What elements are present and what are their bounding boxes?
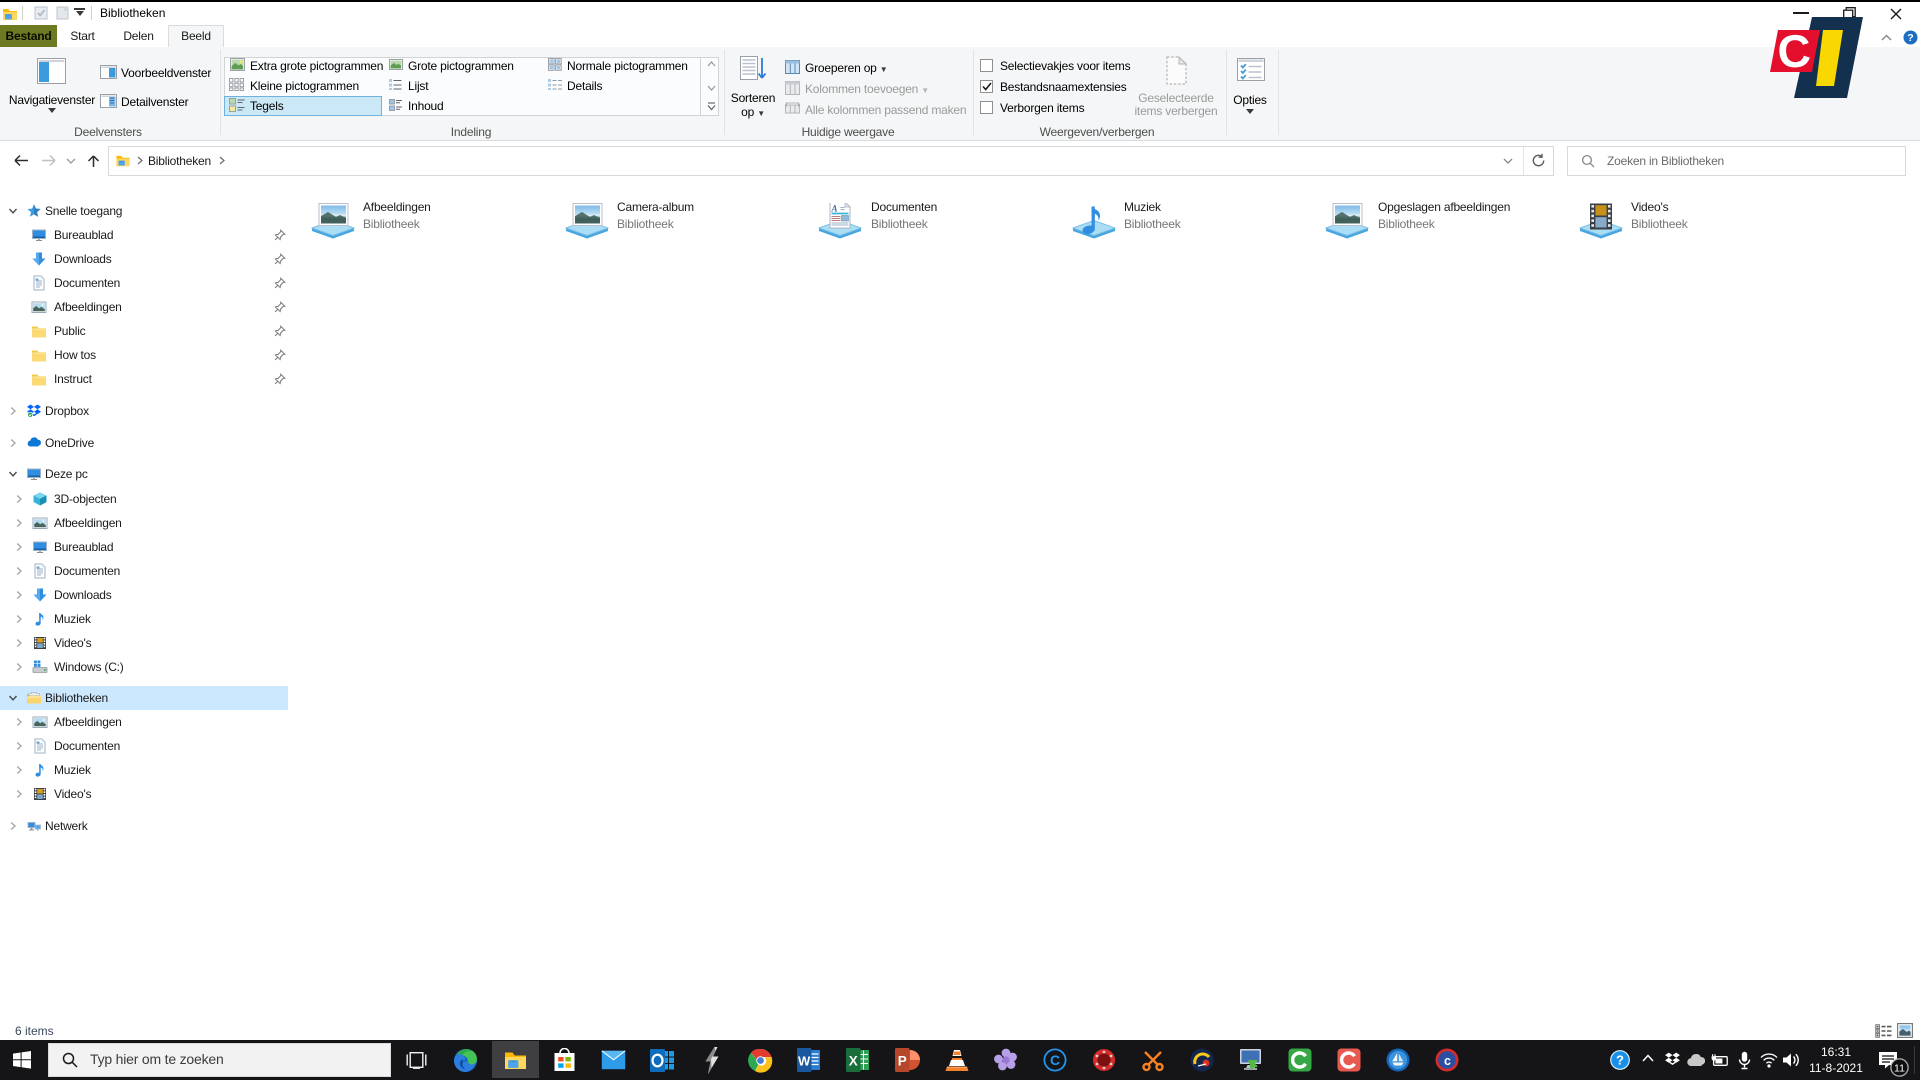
svg-text:11: 11	[1894, 1063, 1905, 1075]
svg-text:W: W	[798, 1054, 811, 1069]
svg-text:c: c	[1444, 1054, 1451, 1068]
svg-text:C: C	[1776, 24, 1812, 78]
svg-text:X: X	[849, 1054, 858, 1069]
svg-text:C: C	[1050, 1052, 1060, 1068]
svg-text:P: P	[898, 1054, 907, 1069]
svg-text:?: ?	[1616, 1053, 1624, 1068]
svg-text:?: ?	[1907, 32, 1913, 44]
